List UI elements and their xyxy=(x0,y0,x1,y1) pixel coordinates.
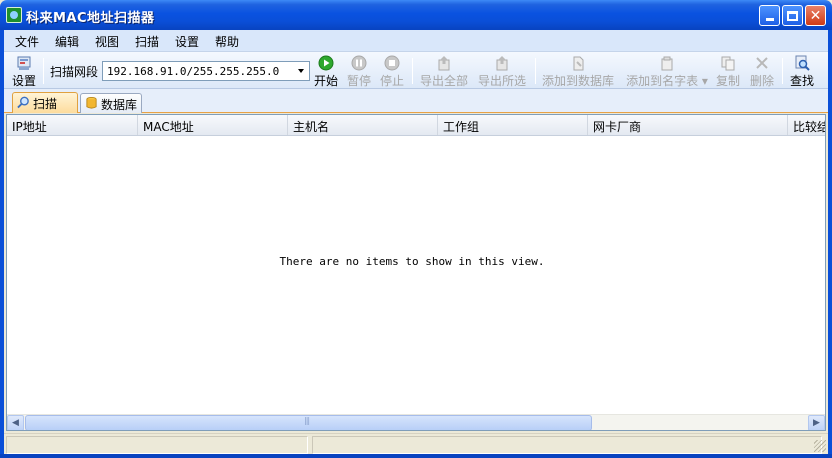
find-icon xyxy=(795,55,810,71)
play-icon xyxy=(318,55,334,71)
export-all-button[interactable]: 导出全部 xyxy=(418,55,470,88)
tab-database-label: 数据库 xyxy=(101,98,138,112)
find-button[interactable]: 查找 xyxy=(788,55,816,88)
menu-help[interactable]: 帮助 xyxy=(215,33,239,50)
delete-button[interactable]: 删除 xyxy=(746,55,778,88)
magnifier-icon xyxy=(17,96,29,109)
chevron-down-icon[interactable] xyxy=(293,62,309,80)
column-workgroup[interactable]: 工作组 xyxy=(438,115,588,135)
start-label: 开始 xyxy=(313,74,338,88)
range-label: 扫描网段 xyxy=(50,65,99,79)
stop-label: 停止 xyxy=(379,74,404,88)
add-to-database-label: 添加到数据库 xyxy=(541,74,614,88)
range-combo[interactable] xyxy=(102,61,310,81)
menu-bar: 文件 编辑 视图 扫描 设置 帮助 xyxy=(4,30,828,52)
column-vendor[interactable]: 网卡厂商 xyxy=(588,115,788,135)
delete-icon xyxy=(756,57,768,69)
menu-settings[interactable]: 设置 xyxy=(175,33,199,50)
toolbar-separator xyxy=(782,58,783,84)
resize-grip[interactable] xyxy=(814,440,826,452)
add-names-icon xyxy=(661,56,673,71)
horizontal-scrollbar[interactable]: ◀ ▶ xyxy=(7,414,825,430)
tab-scan[interactable]: 扫描 xyxy=(12,92,78,113)
menu-edit[interactable]: 编辑 xyxy=(55,33,79,50)
column-ip[interactable]: IP地址 xyxy=(7,115,138,135)
add-to-database-button[interactable]: 添加到数据库 xyxy=(540,55,616,88)
list-header: IP地址 MAC地址 主机名 工作组 网卡厂商 比较结 xyxy=(7,115,825,136)
scroll-right-arrow[interactable]: ▶ xyxy=(808,415,825,430)
export-all-label: 导出全部 xyxy=(419,74,468,88)
column-hostname[interactable]: 主机名 xyxy=(288,115,438,135)
settings-label: 设置 xyxy=(11,74,36,88)
pause-label: 暂停 xyxy=(346,74,371,88)
export-selected-button[interactable]: 导出所选 xyxy=(476,55,528,88)
window-frame-right xyxy=(828,30,832,458)
tab-database[interactable]: 数据库 xyxy=(80,93,142,113)
add-to-names-button[interactable]: 添加到名字表 ▾ xyxy=(624,55,710,88)
column-mac[interactable]: MAC地址 xyxy=(138,115,288,135)
settings-icon xyxy=(17,56,31,70)
app-icon xyxy=(6,7,22,23)
database-icon xyxy=(86,96,97,109)
scroll-left-arrow[interactable]: ◀ xyxy=(7,415,24,430)
results-list[interactable]: IP地址 MAC地址 主机名 工作组 网卡厂商 比较结 There are no… xyxy=(6,114,826,431)
settings-button[interactable]: 设置 xyxy=(10,55,38,88)
stop-icon xyxy=(384,55,400,71)
title-bar[interactable]: 科来MAC地址扫描器 ✕ xyxy=(0,0,832,30)
export-icon xyxy=(438,56,450,71)
column-compare[interactable]: 比较结 xyxy=(788,115,825,135)
pause-button[interactable]: 暂停 xyxy=(345,55,373,88)
tab-strip: 扫描 数据库 xyxy=(4,89,828,113)
status-pane-info xyxy=(312,436,822,454)
window-frame-bottom xyxy=(0,454,832,458)
stop-button[interactable]: 停止 xyxy=(378,55,406,88)
toolbar-separator xyxy=(412,58,413,84)
add-to-names-text: 添加到名字表 xyxy=(626,74,699,88)
toolbar-separator xyxy=(535,58,536,84)
add-to-names-label: 添加到名字表 ▾ xyxy=(626,74,708,88)
close-icon: ✕ xyxy=(809,7,822,24)
close-button[interactable]: ✕ xyxy=(805,5,826,26)
minimize-button[interactable] xyxy=(759,5,780,26)
maximize-icon xyxy=(787,10,798,21)
copy-button[interactable]: 复制 xyxy=(712,55,744,88)
menu-view[interactable]: 视图 xyxy=(95,33,119,50)
maximize-button[interactable] xyxy=(782,5,803,26)
range-input[interactable] xyxy=(103,62,289,80)
add-database-icon xyxy=(573,56,584,71)
delete-label: 删除 xyxy=(749,74,774,88)
copy-icon xyxy=(721,56,735,71)
empty-message: There are no items to show in this view. xyxy=(279,255,545,268)
copy-label: 复制 xyxy=(715,74,740,88)
menu-file[interactable]: 文件 xyxy=(15,33,39,50)
minimize-icon xyxy=(765,18,774,21)
toolbar-separator xyxy=(43,58,44,84)
status-bar xyxy=(4,433,828,454)
tab-scan-label: 扫描 xyxy=(33,97,58,111)
start-button[interactable]: 开始 xyxy=(312,55,340,88)
toolbar: 设置 扫描网段 开始 暂停 停止 导出全部 xyxy=(4,52,828,89)
scroll-thumb[interactable] xyxy=(25,415,592,430)
find-label: 查找 xyxy=(789,74,814,88)
status-pane-main xyxy=(6,436,308,454)
window-title: 科来MAC地址扫描器 xyxy=(26,11,155,26)
export-selected-label: 导出所选 xyxy=(477,74,526,88)
export-selected-icon xyxy=(496,56,508,71)
menu-scan[interactable]: 扫描 xyxy=(135,33,159,50)
pause-icon xyxy=(351,55,367,71)
